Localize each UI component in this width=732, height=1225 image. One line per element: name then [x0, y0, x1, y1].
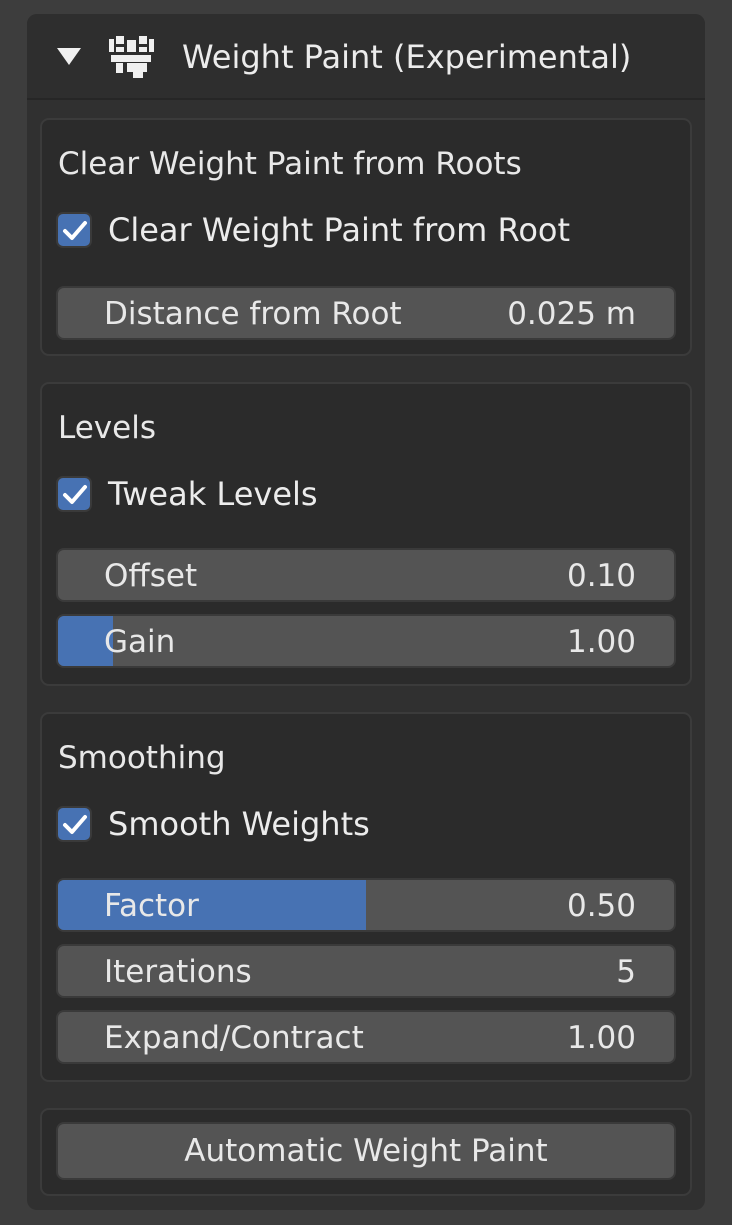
tweak-levels-checkbox[interactable]: [56, 476, 92, 512]
distance-from-root-label: Distance from Root: [104, 296, 402, 332]
triangle-down-icon[interactable]: [57, 48, 81, 65]
tweak-levels-label: Tweak Levels: [108, 475, 318, 513]
iterations-label: Iterations: [104, 954, 252, 990]
checkmark-icon: [63, 221, 87, 240]
gain-slider[interactable]: Gain 1.00: [56, 614, 676, 668]
factor-slider[interactable]: Factor 0.50: [56, 878, 676, 932]
iterations-value: 5: [616, 954, 636, 990]
actions-box: Automatic Weight Paint: [40, 1108, 692, 1196]
automatic-weight-paint-button[interactable]: Automatic Weight Paint: [56, 1122, 676, 1180]
levels-title: Levels: [58, 410, 156, 446]
offset-value: 0.10: [566, 558, 636, 594]
gain-value: 1.00: [566, 624, 636, 660]
offset-label: Offset: [104, 558, 198, 594]
panel-header[interactable]: Weight Paint (Experimental): [27, 14, 705, 100]
distance-from-root-field[interactable]: Distance from Root 0.025 m: [56, 286, 676, 340]
clear-from-root-checkbox[interactable]: [56, 212, 92, 248]
expand-contract-label: Expand/Contract: [104, 1020, 364, 1056]
iterations-field[interactable]: Iterations 5: [56, 944, 676, 998]
expand-contract-value: 1.00: [566, 1020, 636, 1056]
expand-contract-field[interactable]: Expand/Contract 1.00: [56, 1010, 676, 1064]
clear-roots-box: Clear Weight Paint from Roots Clear Weig…: [40, 118, 692, 356]
checkmark-icon: [63, 815, 87, 834]
clear-from-root-label: Clear Weight Paint from Root: [108, 211, 571, 249]
weight-paint-icon: [109, 36, 154, 78]
gain-label: Gain: [104, 624, 176, 660]
clear-roots-title: Clear Weight Paint from Roots: [58, 146, 522, 182]
weight-paint-panel: Weight Paint (Experimental) Clear Weight…: [27, 14, 705, 1210]
distance-from-root-value: 0.025 m: [507, 296, 636, 332]
panel-title: Weight Paint (Experimental): [182, 38, 632, 76]
offset-slider[interactable]: Offset 0.10: [56, 548, 676, 602]
smooth-weights-label: Smooth Weights: [108, 805, 370, 843]
levels-box: Levels Tweak Levels Offset 0.10 Gain 1.0…: [40, 382, 692, 686]
checkmark-icon: [63, 485, 87, 504]
factor-label: Factor: [104, 888, 199, 924]
smooth-weights-checkbox[interactable]: [56, 806, 92, 842]
smoothing-title: Smoothing: [58, 740, 226, 776]
smoothing-box: Smoothing Smooth Weights Factor 0.50 Ite…: [40, 712, 692, 1082]
factor-value: 0.50: [566, 888, 636, 924]
